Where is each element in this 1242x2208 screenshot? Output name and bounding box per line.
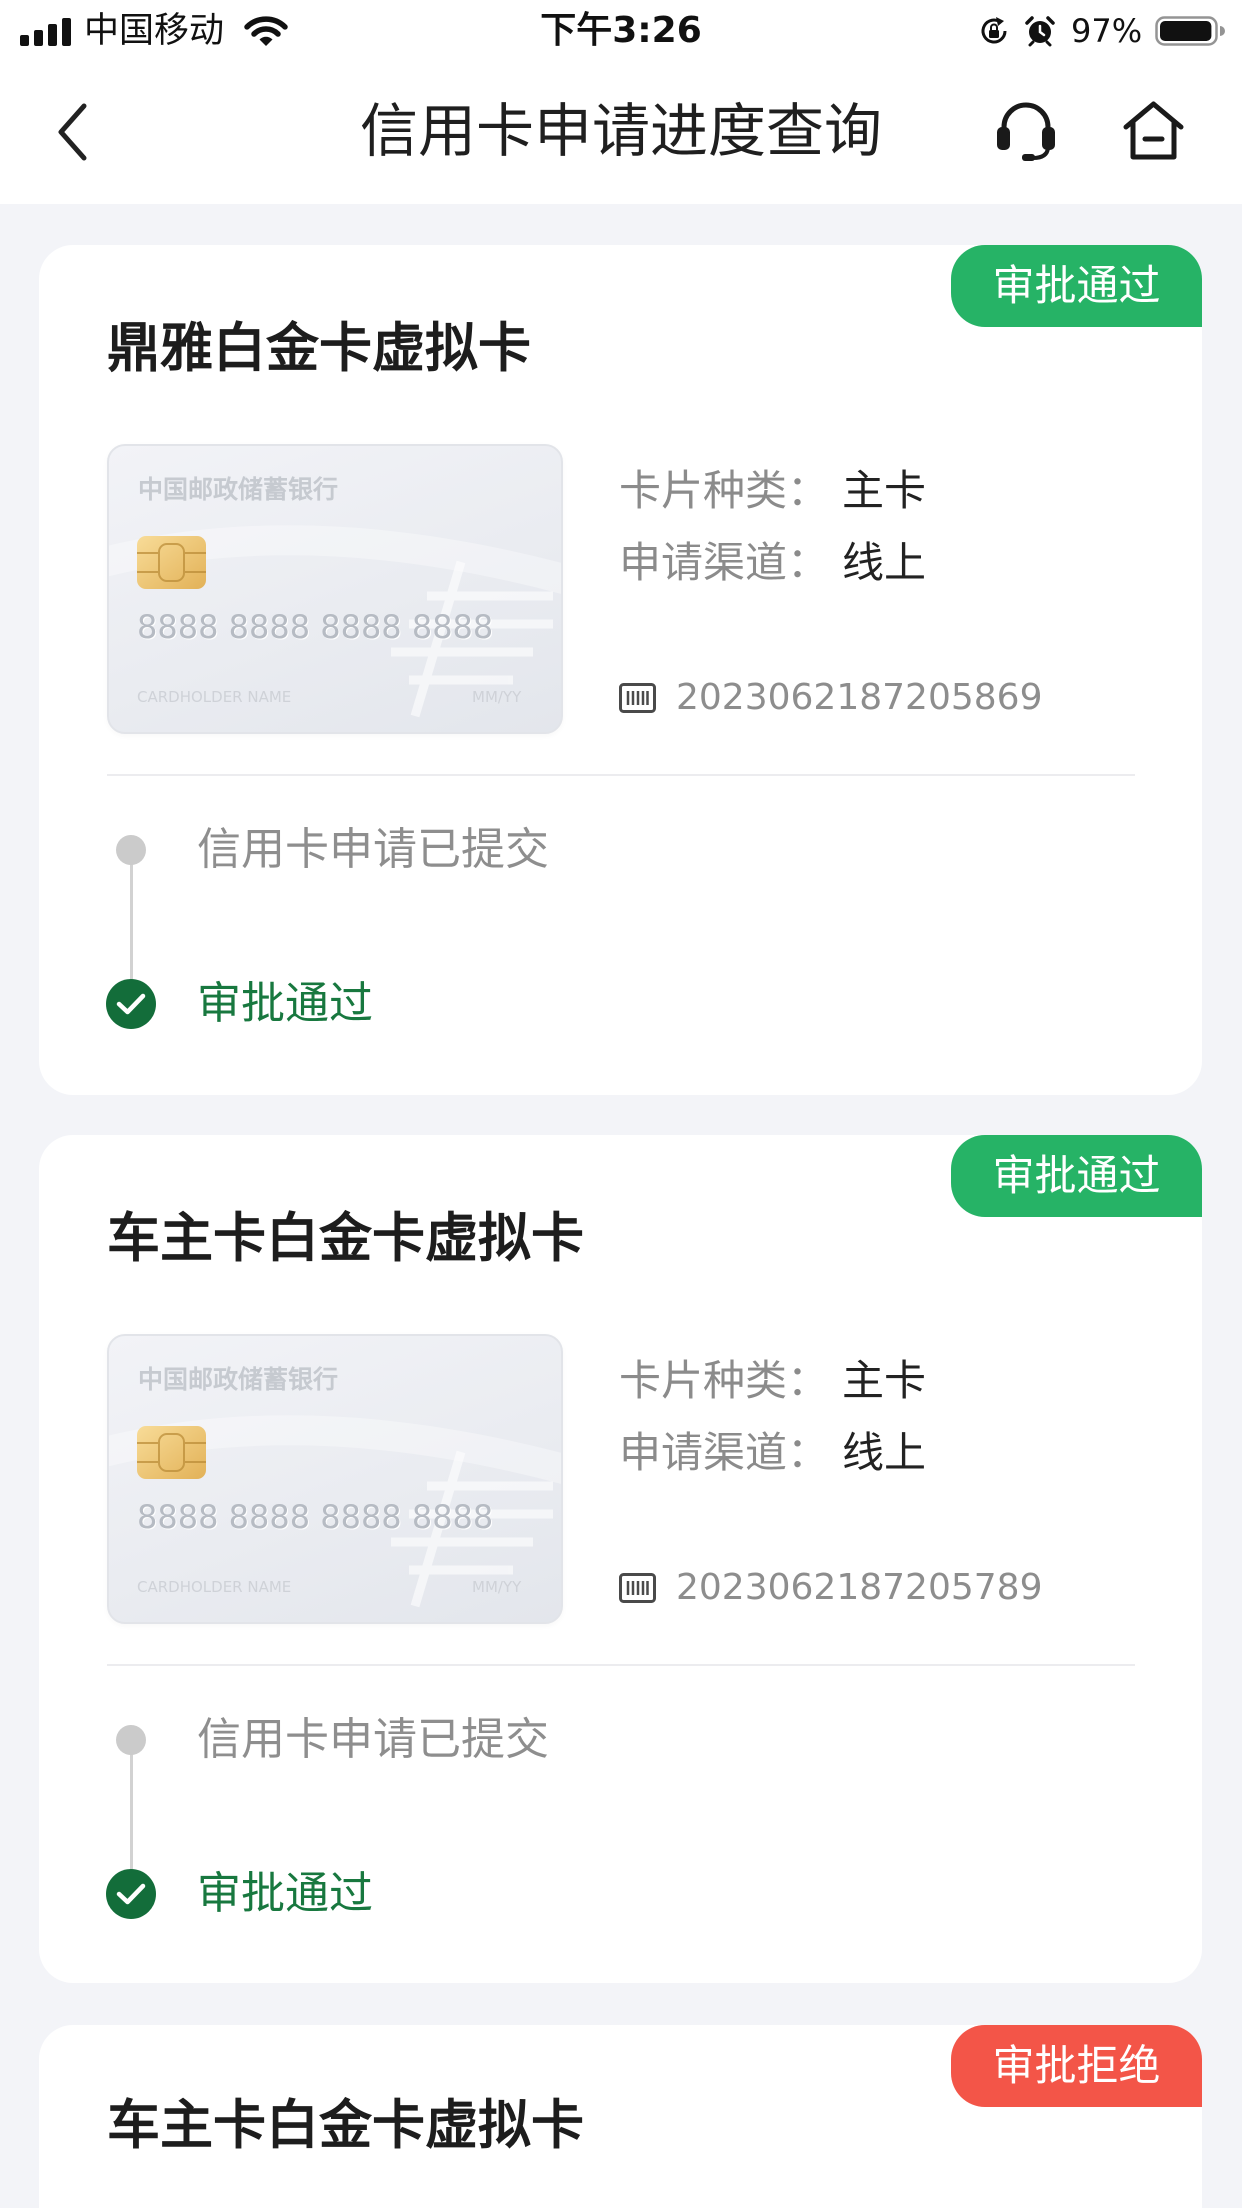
status-badge: 审批通过 [951, 245, 1202, 327]
application-number: 2023062187205869 [676, 677, 1043, 718]
divider [107, 1664, 1135, 1666]
check-circle-icon [106, 1869, 156, 1919]
status-badge: 审批拒绝 [951, 2025, 1202, 2107]
card-face-holder: CARDHOLDER NAME [137, 1578, 292, 1596]
barcode-icon [619, 1573, 656, 1603]
grey-dot-icon [116, 1725, 146, 1755]
check-circle-icon [106, 979, 156, 1029]
card-type-value: 主卡 [842, 1356, 927, 1405]
card-face-image: 中国邮政储蓄银行 8888 8888 8888 8888 CARDHOLDER … [107, 444, 563, 734]
channel-label: 申请渠道： [619, 1428, 830, 1477]
orientation-lock-icon [981, 17, 1007, 44]
card-name: 车主卡白金卡虚拟卡 [107, 2095, 584, 2156]
card-name: 车主卡白金卡虚拟卡 [107, 1208, 584, 1269]
card-face-bank-name: 中国邮政储蓄银行 [138, 475, 339, 504]
card-face-holder: CARDHOLDER NAME [137, 688, 292, 706]
alarm-icon [1025, 16, 1055, 47]
card-name: 鼎雅白金卡虚拟卡 [107, 318, 531, 379]
application-card[interactable]: 审批通过 车主卡白金卡虚拟卡 中国邮政储蓄银行 8888 8888 8888 8… [39, 1135, 1202, 1983]
channel-value: 线上 [842, 538, 927, 587]
card-type-label: 卡片种类： [619, 1356, 830, 1405]
application-card[interactable]: 审批拒绝 车主卡白金卡虚拟卡 [39, 2025, 1202, 2208]
channel-row: 申请渠道： 线上 [619, 535, 926, 591]
home-icon [1123, 101, 1184, 160]
application-card[interactable]: 审批通过 鼎雅白金卡虚拟卡 中国邮政储蓄银行 8888 8888 8888 88… [39, 245, 1202, 1095]
card-type-row: 卡片种类： 主卡 [619, 463, 926, 519]
channel-label: 申请渠道： [619, 538, 830, 587]
card-face-bank-name: 中国邮政储蓄银行 [138, 1365, 339, 1394]
headset-icon [997, 102, 1055, 161]
timeline-step-submitted: 信用卡申请已提交 [197, 1714, 549, 1765]
timeline-step-submitted: 信用卡申请已提交 [197, 824, 549, 875]
card-face-number: 8888 8888 8888 8888 [137, 1498, 494, 1536]
channel-value: 线上 [842, 1428, 927, 1477]
card-face-number: 8888 8888 8888 8888 [137, 608, 494, 646]
status-badge: 审批通过 [951, 1135, 1202, 1217]
card-chip-icon [137, 1426, 206, 1479]
channel-row: 申请渠道： 线上 [619, 1425, 926, 1481]
card-chip-icon [137, 536, 206, 589]
customer-service-button[interactable] [993, 99, 1059, 162]
card-type-value: 主卡 [842, 466, 927, 515]
home-button[interactable] [1121, 99, 1186, 162]
battery-icon [1155, 16, 1225, 46]
timeline-step-approved: 审批通过 [197, 1868, 373, 1919]
timeline-step-approved: 审批通过 [197, 978, 373, 1029]
card-type-row: 卡片种类： 主卡 [619, 1353, 926, 1409]
battery-fill [1160, 21, 1212, 41]
divider [107, 774, 1135, 776]
card-face-expiry: MM/YY [472, 1578, 522, 1596]
card-type-label: 卡片种类： [619, 466, 830, 515]
card-face-image: 中国邮政储蓄银行 8888 8888 8888 8888 CARDHOLDER … [107, 1334, 563, 1624]
status-bar: 中国移动 下午3:26 97% [0, 0, 1242, 62]
barcode-icon [619, 683, 656, 713]
application-number: 2023062187205789 [676, 1567, 1043, 1608]
grey-dot-icon [116, 835, 146, 865]
battery-percentage: 97% [1071, 12, 1143, 50]
nav-bar: 信用卡申请进度查询 [0, 62, 1242, 204]
card-face-expiry: MM/YY [472, 688, 522, 706]
